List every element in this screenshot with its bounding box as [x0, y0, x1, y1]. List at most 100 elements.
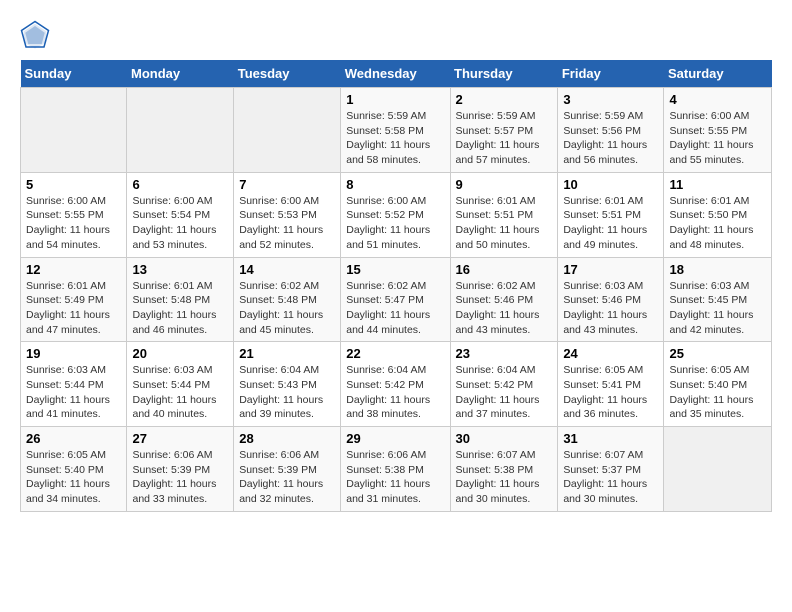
calendar-cell: 31 Sunrise: 6:07 AMSunset: 5:37 PMDaylig…	[558, 427, 664, 512]
weekday-saturday: Saturday	[664, 60, 772, 88]
day-number: 29	[346, 431, 444, 446]
day-number: 1	[346, 92, 444, 107]
day-info: Sunrise: 6:06 AMSunset: 5:38 PMDaylight:…	[346, 449, 430, 505]
day-number: 17	[563, 262, 658, 277]
calendar-table: SundayMondayTuesdayWednesdayThursdayFrid…	[20, 60, 772, 512]
calendar-cell: 2 Sunrise: 5:59 AMSunset: 5:57 PMDayligh…	[450, 88, 558, 173]
day-info: Sunrise: 6:03 AMSunset: 5:44 PMDaylight:…	[26, 364, 110, 420]
day-number: 28	[239, 431, 335, 446]
calendar-cell: 23 Sunrise: 6:04 AMSunset: 5:42 PMDaylig…	[450, 342, 558, 427]
day-number: 8	[346, 177, 444, 192]
calendar-cell: 21 Sunrise: 6:04 AMSunset: 5:43 PMDaylig…	[234, 342, 341, 427]
day-info: Sunrise: 6:01 AMSunset: 5:51 PMDaylight:…	[456, 195, 540, 251]
calendar-body: 1 Sunrise: 5:59 AMSunset: 5:58 PMDayligh…	[21, 88, 772, 512]
day-info: Sunrise: 6:04 AMSunset: 5:42 PMDaylight:…	[346, 364, 430, 420]
day-number: 18	[669, 262, 766, 277]
weekday-wednesday: Wednesday	[341, 60, 450, 88]
day-info: Sunrise: 6:00 AMSunset: 5:53 PMDaylight:…	[239, 195, 323, 251]
calendar-cell: 13 Sunrise: 6:01 AMSunset: 5:48 PMDaylig…	[127, 257, 234, 342]
calendar-cell: 10 Sunrise: 6:01 AMSunset: 5:51 PMDaylig…	[558, 172, 664, 257]
day-info: Sunrise: 6:04 AMSunset: 5:43 PMDaylight:…	[239, 364, 323, 420]
calendar-cell: 14 Sunrise: 6:02 AMSunset: 5:48 PMDaylig…	[234, 257, 341, 342]
day-info: Sunrise: 6:01 AMSunset: 5:51 PMDaylight:…	[563, 195, 647, 251]
day-info: Sunrise: 6:00 AMSunset: 5:52 PMDaylight:…	[346, 195, 430, 251]
day-info: Sunrise: 6:02 AMSunset: 5:47 PMDaylight:…	[346, 280, 430, 336]
calendar-week-5: 26 Sunrise: 6:05 AMSunset: 5:40 PMDaylig…	[21, 427, 772, 512]
day-number: 26	[26, 431, 121, 446]
calendar-cell	[234, 88, 341, 173]
calendar-cell: 29 Sunrise: 6:06 AMSunset: 5:38 PMDaylig…	[341, 427, 450, 512]
day-info: Sunrise: 6:02 AMSunset: 5:48 PMDaylight:…	[239, 280, 323, 336]
day-info: Sunrise: 6:00 AMSunset: 5:55 PMDaylight:…	[669, 110, 753, 166]
weekday-friday: Friday	[558, 60, 664, 88]
day-number: 4	[669, 92, 766, 107]
day-number: 19	[26, 346, 121, 361]
logo-icon	[20, 20, 50, 50]
weekday-tuesday: Tuesday	[234, 60, 341, 88]
day-number: 10	[563, 177, 658, 192]
calendar-cell: 18 Sunrise: 6:03 AMSunset: 5:45 PMDaylig…	[664, 257, 772, 342]
calendar-cell: 3 Sunrise: 5:59 AMSunset: 5:56 PMDayligh…	[558, 88, 664, 173]
day-info: Sunrise: 6:05 AMSunset: 5:41 PMDaylight:…	[563, 364, 647, 420]
calendar-cell: 7 Sunrise: 6:00 AMSunset: 5:53 PMDayligh…	[234, 172, 341, 257]
calendar-cell: 4 Sunrise: 6:00 AMSunset: 5:55 PMDayligh…	[664, 88, 772, 173]
calendar-cell: 9 Sunrise: 6:01 AMSunset: 5:51 PMDayligh…	[450, 172, 558, 257]
calendar-cell: 20 Sunrise: 6:03 AMSunset: 5:44 PMDaylig…	[127, 342, 234, 427]
weekday-sunday: Sunday	[21, 60, 127, 88]
day-info: Sunrise: 5:59 AMSunset: 5:56 PMDaylight:…	[563, 110, 647, 166]
calendar-week-2: 5 Sunrise: 6:00 AMSunset: 5:55 PMDayligh…	[21, 172, 772, 257]
day-info: Sunrise: 6:05 AMSunset: 5:40 PMDaylight:…	[26, 449, 110, 505]
day-number: 14	[239, 262, 335, 277]
calendar-cell: 12 Sunrise: 6:01 AMSunset: 5:49 PMDaylig…	[21, 257, 127, 342]
day-info: Sunrise: 5:59 AMSunset: 5:57 PMDaylight:…	[456, 110, 540, 166]
calendar-cell	[21, 88, 127, 173]
calendar-week-4: 19 Sunrise: 6:03 AMSunset: 5:44 PMDaylig…	[21, 342, 772, 427]
day-info: Sunrise: 6:07 AMSunset: 5:37 PMDaylight:…	[563, 449, 647, 505]
calendar-cell: 5 Sunrise: 6:00 AMSunset: 5:55 PMDayligh…	[21, 172, 127, 257]
day-info: Sunrise: 6:03 AMSunset: 5:45 PMDaylight:…	[669, 280, 753, 336]
day-number: 3	[563, 92, 658, 107]
weekday-thursday: Thursday	[450, 60, 558, 88]
day-number: 27	[132, 431, 228, 446]
day-number: 6	[132, 177, 228, 192]
day-number: 22	[346, 346, 444, 361]
calendar-cell: 16 Sunrise: 6:02 AMSunset: 5:46 PMDaylig…	[450, 257, 558, 342]
weekday-header-row: SundayMondayTuesdayWednesdayThursdayFrid…	[21, 60, 772, 88]
calendar-cell: 30 Sunrise: 6:07 AMSunset: 5:38 PMDaylig…	[450, 427, 558, 512]
day-number: 16	[456, 262, 553, 277]
day-number: 2	[456, 92, 553, 107]
calendar-cell: 28 Sunrise: 6:06 AMSunset: 5:39 PMDaylig…	[234, 427, 341, 512]
day-info: Sunrise: 6:06 AMSunset: 5:39 PMDaylight:…	[132, 449, 216, 505]
calendar-cell: 6 Sunrise: 6:00 AMSunset: 5:54 PMDayligh…	[127, 172, 234, 257]
logo	[20, 20, 54, 50]
day-number: 13	[132, 262, 228, 277]
day-info: Sunrise: 5:59 AMSunset: 5:58 PMDaylight:…	[346, 110, 430, 166]
calendar-cell: 25 Sunrise: 6:05 AMSunset: 5:40 PMDaylig…	[664, 342, 772, 427]
calendar-week-3: 12 Sunrise: 6:01 AMSunset: 5:49 PMDaylig…	[21, 257, 772, 342]
day-info: Sunrise: 6:01 AMSunset: 5:50 PMDaylight:…	[669, 195, 753, 251]
calendar-cell: 26 Sunrise: 6:05 AMSunset: 5:40 PMDaylig…	[21, 427, 127, 512]
calendar-cell: 17 Sunrise: 6:03 AMSunset: 5:46 PMDaylig…	[558, 257, 664, 342]
day-number: 24	[563, 346, 658, 361]
day-number: 7	[239, 177, 335, 192]
day-number: 30	[456, 431, 553, 446]
day-number: 20	[132, 346, 228, 361]
day-number: 12	[26, 262, 121, 277]
calendar-cell: 11 Sunrise: 6:01 AMSunset: 5:50 PMDaylig…	[664, 172, 772, 257]
day-info: Sunrise: 6:07 AMSunset: 5:38 PMDaylight:…	[456, 449, 540, 505]
calendar-cell: 15 Sunrise: 6:02 AMSunset: 5:47 PMDaylig…	[341, 257, 450, 342]
day-number: 5	[26, 177, 121, 192]
day-number: 23	[456, 346, 553, 361]
weekday-monday: Monday	[127, 60, 234, 88]
calendar-cell: 22 Sunrise: 6:04 AMSunset: 5:42 PMDaylig…	[341, 342, 450, 427]
day-number: 9	[456, 177, 553, 192]
day-info: Sunrise: 6:00 AMSunset: 5:55 PMDaylight:…	[26, 195, 110, 251]
calendar-cell	[127, 88, 234, 173]
calendar-cell: 27 Sunrise: 6:06 AMSunset: 5:39 PMDaylig…	[127, 427, 234, 512]
day-info: Sunrise: 6:04 AMSunset: 5:42 PMDaylight:…	[456, 364, 540, 420]
calendar-cell: 1 Sunrise: 5:59 AMSunset: 5:58 PMDayligh…	[341, 88, 450, 173]
day-info: Sunrise: 6:05 AMSunset: 5:40 PMDaylight:…	[669, 364, 753, 420]
page-header	[20, 20, 772, 50]
day-number: 11	[669, 177, 766, 192]
calendar-cell: 8 Sunrise: 6:00 AMSunset: 5:52 PMDayligh…	[341, 172, 450, 257]
